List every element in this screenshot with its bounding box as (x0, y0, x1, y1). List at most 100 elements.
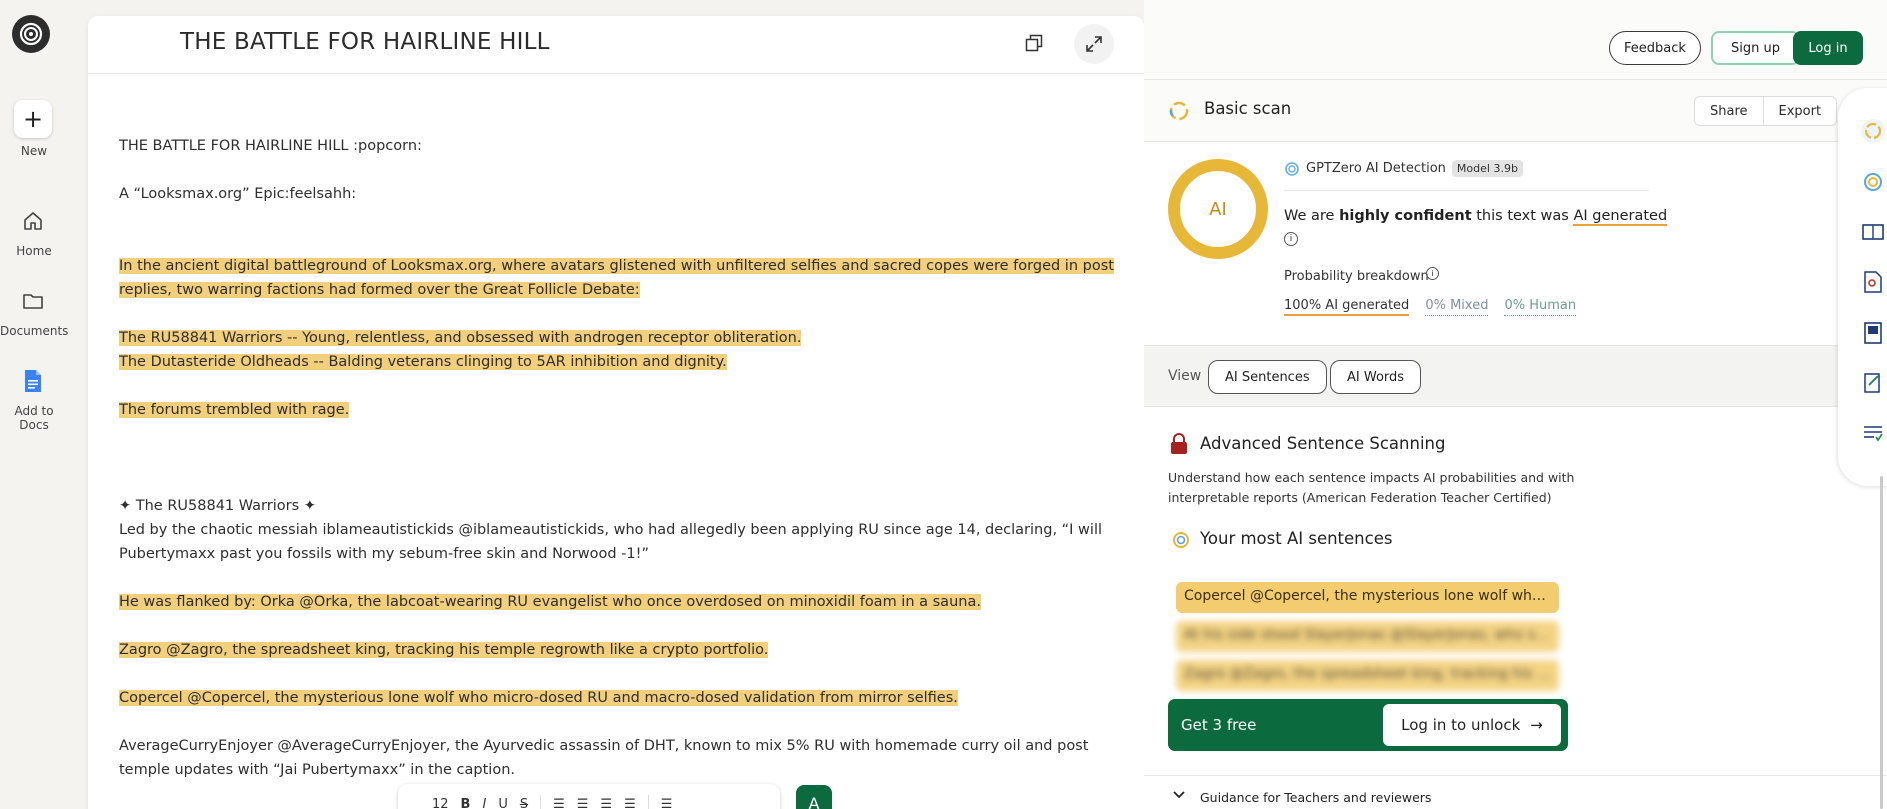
toolbar-divider (540, 795, 542, 809)
compare-tool-icon[interactable] (1860, 219, 1886, 245)
doc-paragraph: ✦ The RU58841 Warriors ✦ (119, 498, 316, 514)
top-bar: Feedback Sign up Log in (1144, 0, 1887, 80)
document-header: THE BATTLE FOR HAIRLINE HILL (88, 16, 1144, 74)
ai-score-label: AI (1209, 198, 1227, 220)
scan-tool-icon[interactable] (1860, 118, 1886, 144)
tools-dock (1838, 88, 1887, 486)
doc-paragraph: AverageCurryEnjoyer @AverageCurryEnjoyer… (119, 738, 1089, 778)
format-toolbar: 12 B I U S ☰ ☰ ☰ ☰ ☰ (398, 784, 780, 809)
guidance-label: Guidance for Teachers and reviewers (1200, 790, 1432, 805)
lock-icon (1171, 433, 1187, 454)
plagiarism-tool-icon[interactable] (1860, 269, 1886, 295)
indent-icon[interactable]: ☰ (624, 797, 636, 809)
strikethrough-button[interactable]: S (520, 797, 528, 809)
scan-title: Basic scan (1204, 99, 1292, 118)
view-selector: View AI Sentences AI Words (1144, 345, 1887, 407)
checklist-tool-icon[interactable] (1860, 420, 1886, 446)
add-to-docs-label[interactable]: Add to Docs (0, 404, 68, 432)
bold-button[interactable]: B (461, 797, 471, 809)
view-label: View (1168, 368, 1202, 384)
login-to-unlock-button[interactable]: Log in to unlock → (1383, 704, 1561, 746)
new-label: New (20, 144, 48, 158)
toolbar-divider (647, 795, 649, 809)
doc-paragraph: A “Looksmax.org” Epic:feelsahh: (119, 186, 357, 202)
gptzero-small-icon (1173, 532, 1189, 548)
detection-label: GPTZero AI Detection (1306, 161, 1446, 176)
feedback-button[interactable]: Feedback (1609, 31, 1701, 65)
results-panel: Feedback Sign up Log in Basic scan Share… (1144, 0, 1887, 809)
unlock-banner: Get 3 free Log in to unlock → (1168, 699, 1568, 751)
expand-icon (1086, 36, 1102, 52)
expand-button[interactable] (1074, 24, 1114, 64)
ai-sentence-item-blurred: Zagro @Zagro, the spreadsheet king, trac… (1176, 660, 1559, 691)
prob-mixed[interactable]: 0% Mixed (1425, 298, 1489, 316)
probability-breakdown: 100% AI generated 0% Mixed 0% Human (1284, 298, 1577, 316)
gptzero-logo-icon[interactable] (12, 15, 50, 53)
doc-paragraph: Led by the chaotic messiah iblameautisti… (119, 522, 1103, 562)
highlighted-sentence: Copercel @Copercel, the mysterious lone … (119, 690, 958, 706)
gptzero-small-icon (1285, 161, 1299, 176)
highlighted-sentence: The forums trembled with rage. (119, 402, 350, 418)
new-button[interactable]: + (14, 100, 52, 138)
italic-button[interactable]: I (482, 797, 486, 809)
document-text[interactable]: THE BATTLE FOR HAIRLINE HILL :popcorn: A… (119, 134, 1119, 782)
ai-sentence-item-blurred: At his side stood SlayerJonas @SlayerJon… (1176, 621, 1559, 652)
scan-progress-icon (1169, 101, 1189, 121)
guidance-accordion[interactable]: Guidance for Teachers and reviewers (1144, 775, 1887, 809)
home-icon[interactable] (21, 209, 45, 233)
highlighted-sentence: The RU58841 Warriors -- Young, relentles… (119, 330, 802, 346)
result-verdict: AI generated (1573, 208, 1668, 226)
folder-icon[interactable] (21, 289, 45, 313)
info-icon[interactable]: i (1284, 232, 1298, 246)
ai-assist-button[interactable]: A (796, 785, 832, 809)
get-free-label: Get 3 free (1181, 716, 1257, 734)
share-button[interactable]: Share (1695, 97, 1763, 125)
probability-breakdown-title: Probability breakdown (1284, 269, 1429, 284)
documents-label[interactable]: Documents (0, 324, 68, 338)
prob-ai[interactable]: 100% AI generated (1284, 298, 1410, 316)
align-icon[interactable]: ☰ (661, 797, 673, 809)
confidence-statement: We are highly confident this text was AI… (1284, 208, 1668, 226)
outdent-icon[interactable]: ☰ (600, 797, 612, 809)
divider (1284, 190, 1649, 191)
doc-paragraph: THE BATTLE FOR HAIRLINE HILL :popcorn: (119, 138, 422, 154)
scrollbar[interactable] (1880, 476, 1883, 809)
plus-icon: + (22, 105, 44, 133)
ai-sentence-item[interactable]: Copercel @Copercel, the mysterious lone … (1176, 582, 1559, 613)
underline-button[interactable]: U (498, 797, 508, 809)
model-badge: Model 3.9b (1451, 160, 1523, 177)
ai-sentences-button[interactable]: AI Sentences (1208, 360, 1327, 394)
arrow-right-icon: → (1530, 716, 1543, 734)
edit-tool-icon[interactable] (1860, 370, 1886, 396)
advanced-title: Advanced Sentence Scanning (1200, 434, 1446, 453)
highlighted-sentence: He was flanked by: Orka @Orka, the labco… (119, 594, 981, 610)
bullet-list-icon[interactable]: ☰ (577, 797, 589, 809)
document-panel: THE BATTLE FOR HAIRLINE HILL THE BATTLE … (88, 16, 1144, 809)
most-ai-sentences-title: Your most AI sentences (1200, 529, 1393, 548)
left-rail: + New Home Documents Add to Docs (0, 0, 68, 809)
advanced-section: Advanced Sentence Scanning Understand ho… (1144, 407, 1887, 809)
chevron-down-icon (1173, 791, 1185, 799)
export-button[interactable]: Export (1762, 97, 1837, 125)
highlighted-sentence: In the ancient digital battleground of L… (119, 258, 1114, 298)
advanced-description: Understand how each sentence impacts AI … (1168, 470, 1575, 505)
scan-header: Basic scan Share Export (1144, 80, 1887, 142)
info-icon[interactable]: i (1426, 267, 1439, 280)
detector-tool-icon[interactable] (1860, 169, 1886, 195)
numbered-list-icon[interactable]: ☰ (553, 797, 565, 809)
login-button[interactable]: Log in (1793, 31, 1863, 65)
share-export-group: Share Export (1694, 96, 1838, 126)
highlighted-sentence: The Dutasteride Oldheads -- Balding vete… (119, 354, 727, 370)
font-size-select[interactable]: 12 (432, 797, 449, 809)
detection-row: GPTZero AI Detection Model 3.9b (1284, 160, 1523, 177)
home-label[interactable]: Home (0, 244, 68, 258)
document-title: THE BATTLE FOR HAIRLINE HILL (180, 29, 550, 55)
highlighted-sentence: Zagro @Zagro, the spreadsheet king, trac… (119, 642, 769, 658)
book-tool-icon[interactable] (1860, 320, 1886, 346)
google-docs-icon[interactable] (21, 369, 45, 393)
copy-icon[interactable] (1024, 33, 1046, 55)
ai-words-button[interactable]: AI Words (1330, 360, 1422, 394)
prob-human[interactable]: 0% Human (1504, 298, 1577, 316)
detection-result: AI GPTZero AI Detection Model 3.9b We ar… (1144, 142, 1887, 345)
signup-button[interactable]: Sign up (1711, 31, 1800, 65)
